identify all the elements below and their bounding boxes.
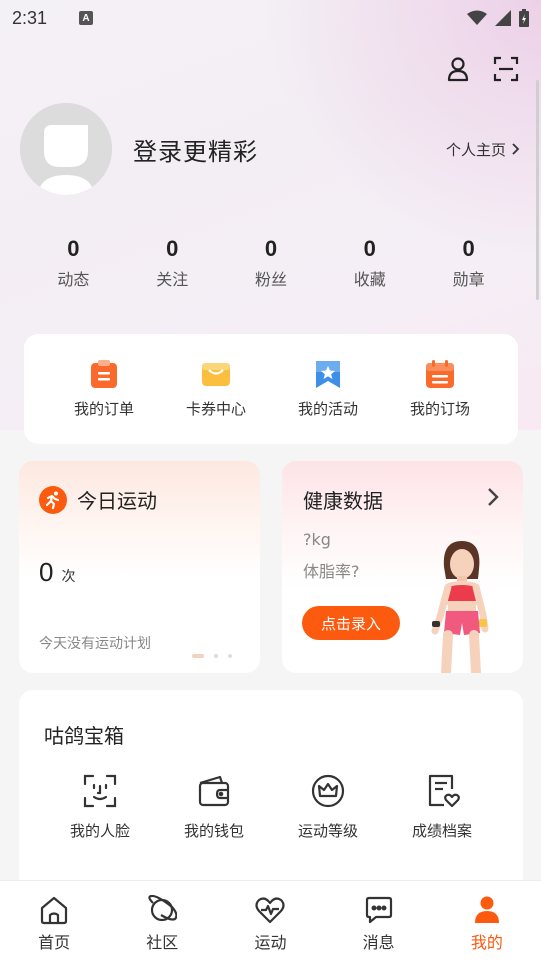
box-label: 我的钱包 bbox=[183, 822, 244, 840]
nav-label: 首页 bbox=[38, 933, 71, 952]
page-indicator bbox=[192, 654, 232, 658]
health-body-fat: 体脂率? bbox=[303, 562, 360, 581]
face-scan-icon bbox=[83, 774, 117, 808]
sport-count: 0 次 bbox=[39, 557, 75, 588]
wallet-icon bbox=[198, 775, 230, 807]
fitness-figure-illustration bbox=[431, 541, 489, 673]
stat-label: 收藏 bbox=[353, 270, 386, 289]
homepage-label: 个人主页 bbox=[445, 140, 506, 159]
coupon-center-button[interactable]: 卡券中心 bbox=[160, 358, 272, 444]
stat-fans[interactable]: 0 粉丝 bbox=[222, 236, 321, 290]
status-icons bbox=[467, 9, 529, 27]
score-records-button[interactable]: 成绩档案 bbox=[385, 773, 499, 841]
stat-value: 0 bbox=[166, 236, 179, 261]
treasure-box-card: 咕鸽宝箱 我的人脸 我的钱包 运动等级 成绩档案 bbox=[19, 690, 523, 890]
nav-sport[interactable]: 运动 bbox=[216, 881, 324, 963]
stat-favorites[interactable]: 0 收藏 bbox=[320, 236, 419, 290]
nav-label: 运动 bbox=[254, 933, 287, 952]
stat-posts[interactable]: 0 动态 bbox=[24, 236, 123, 290]
quick-label: 卡券中心 bbox=[185, 400, 246, 418]
record-file-icon bbox=[428, 774, 460, 808]
coupon-icon bbox=[202, 363, 230, 386]
heartbeat-icon bbox=[255, 897, 286, 924]
chevron-right-icon[interactable] bbox=[487, 487, 499, 507]
activity-icon bbox=[316, 361, 340, 388]
bottom-navigation: 首页 社区 运动 消息 我的 bbox=[0, 880, 541, 963]
sport-title: 今日运动 bbox=[77, 489, 157, 513]
health-data-card[interactable]: 健康数据 ?kg 体脂率? 点击录入 bbox=[282, 461, 523, 673]
my-activities-button[interactable]: 我的活动 bbox=[272, 358, 384, 444]
user-icon[interactable] bbox=[445, 56, 471, 82]
health-title: 健康数据 bbox=[303, 489, 383, 513]
sport-title-row: 今日运动 bbox=[39, 485, 157, 514]
keyboard-indicator-icon: A bbox=[79, 11, 94, 25]
box-label: 成绩档案 bbox=[411, 822, 472, 840]
my-wallet-button[interactable]: 我的钱包 bbox=[157, 773, 271, 841]
sport-count-value: 0 bbox=[39, 557, 54, 587]
battery-icon bbox=[519, 9, 529, 27]
login-prompt[interactable]: 登录更精彩 bbox=[133, 132, 258, 167]
record-data-button[interactable]: 点击录入 bbox=[302, 606, 400, 640]
my-face-button[interactable]: 我的人脸 bbox=[43, 773, 157, 841]
stat-label: 粉丝 bbox=[254, 270, 287, 289]
avatar[interactable] bbox=[20, 103, 112, 195]
sport-hint: 今天没有运动计划 bbox=[39, 636, 151, 652]
stat-value: 0 bbox=[67, 236, 80, 261]
treasure-box-items: 我的人脸 我的钱包 运动等级 成绩档案 bbox=[43, 773, 499, 841]
home-icon bbox=[40, 896, 68, 925]
running-icon bbox=[39, 485, 67, 514]
profile-section: 登录更精彩 个人主页 bbox=[20, 102, 520, 196]
profile-icon bbox=[474, 896, 499, 923]
stat-value: 0 bbox=[462, 236, 475, 261]
quick-label: 我的订场 bbox=[409, 400, 470, 418]
quick-label: 我的订单 bbox=[73, 400, 134, 418]
quick-label: 我的活动 bbox=[297, 400, 358, 418]
box-label: 运动等级 bbox=[297, 822, 358, 840]
status-time: 2:31 bbox=[12, 7, 48, 28]
stat-label: 勋章 bbox=[452, 270, 485, 289]
scan-icon[interactable] bbox=[493, 56, 519, 82]
health-weight: ?kg bbox=[303, 530, 331, 549]
crown-icon bbox=[311, 774, 345, 808]
page-dot bbox=[214, 654, 218, 658]
stat-following[interactable]: 0 关注 bbox=[123, 236, 222, 290]
treasure-box-title: 咕鸽宝箱 bbox=[44, 724, 124, 748]
planet-icon bbox=[148, 895, 178, 922]
venue-booking-button[interactable]: 我的订场 bbox=[384, 358, 496, 444]
nav-community[interactable]: 社区 bbox=[108, 881, 216, 963]
status-bar: 2:31 A bbox=[0, 0, 541, 36]
sport-count-unit: 次 bbox=[61, 569, 76, 585]
stat-value: 0 bbox=[264, 236, 278, 261]
page-dot-active bbox=[192, 654, 204, 658]
stat-value: 0 bbox=[363, 236, 376, 261]
header-actions bbox=[445, 56, 519, 82]
nav-messages[interactable]: 消息 bbox=[325, 881, 433, 963]
homepage-link[interactable]: 个人主页 bbox=[446, 139, 520, 160]
nav-mine[interactable]: 我的 bbox=[433, 881, 541, 963]
my-orders-button[interactable]: 我的订单 bbox=[48, 358, 160, 444]
message-icon bbox=[365, 896, 392, 924]
sport-level-button[interactable]: 运动等级 bbox=[271, 773, 385, 841]
wifi-icon bbox=[467, 10, 487, 25]
nav-label: 社区 bbox=[146, 933, 179, 952]
order-icon bbox=[91, 360, 117, 388]
stat-label: 动态 bbox=[57, 270, 90, 289]
nav-label: 消息 bbox=[362, 933, 395, 952]
page-dot bbox=[228, 654, 232, 658]
nav-home[interactable]: 首页 bbox=[0, 881, 108, 963]
nav-label: 我的 bbox=[470, 933, 503, 952]
stat-medals[interactable]: 0 勋章 bbox=[419, 236, 518, 290]
chevron-right-icon bbox=[512, 143, 520, 155]
stats-row: 0 动态 0 关注 0 粉丝 0 收藏 0 勋章 bbox=[24, 236, 518, 290]
quick-actions-card: 我的订单 卡券中心 我的活动 我的订场 bbox=[24, 334, 518, 444]
scrollbar[interactable] bbox=[536, 80, 539, 300]
box-label: 我的人脸 bbox=[69, 822, 130, 840]
today-sport-card[interactable]: 今日运动 0 次 今天没有运动计划 bbox=[19, 461, 260, 673]
stat-label: 关注 bbox=[156, 270, 189, 289]
signal-icon bbox=[495, 10, 511, 26]
venue-booking-icon bbox=[426, 360, 454, 388]
